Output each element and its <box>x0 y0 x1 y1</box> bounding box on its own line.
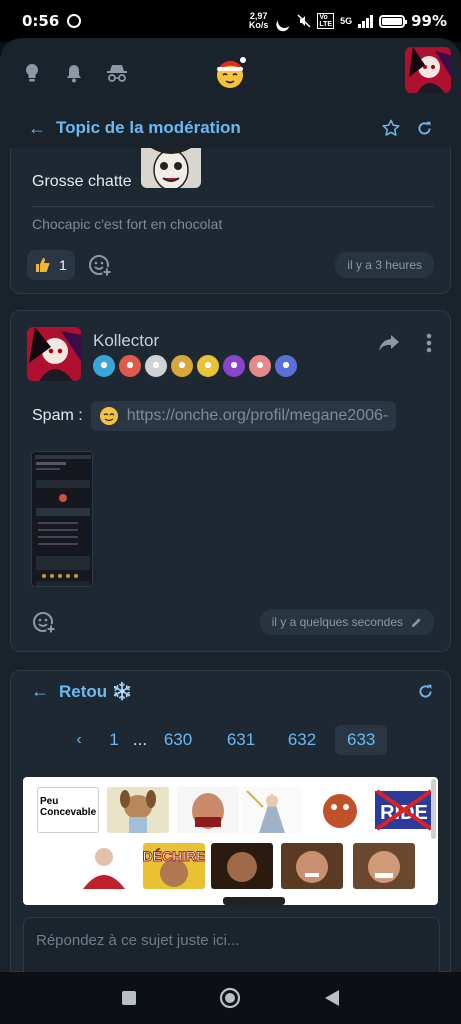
sticker-row-partial[interactable] <box>223 897 285 905</box>
reply-panel: ← Retou ❄️ ‹ 1 ... 630 631 632 633 Peu C… <box>10 670 451 972</box>
reply-placeholder: Répondez à ce sujet juste ici... <box>36 932 240 949</box>
site-logo[interactable] <box>212 54 248 90</box>
more-options-icon[interactable] <box>426 333 432 353</box>
post-signature: Chocapic c'est fort en chocolat <box>32 216 223 232</box>
like-button[interactable]: 1 <box>27 250 75 280</box>
sticker-image <box>141 148 201 188</box>
home-circle-icon[interactable] <box>219 987 241 1009</box>
page-link[interactable]: 631 <box>205 725 277 755</box>
page-link[interactable]: 630 <box>151 725 205 755</box>
thumbs-up-icon <box>36 258 50 272</box>
sticker-man-grin[interactable] <box>353 843 415 889</box>
sticker-dechire[interactable]: DÉCHIRE <box>143 843 205 889</box>
reply-title: Retou ❄️ <box>59 681 134 701</box>
sticker-face-angry[interactable] <box>177 787 239 833</box>
sticker-monster[interactable] <box>309 787 371 833</box>
topic-title[interactable]: Topic de la modération <box>56 118 241 138</box>
back-arrow-icon[interactable]: ← <box>28 118 46 139</box>
signature-divider <box>32 206 434 207</box>
author-avatar[interactable] <box>27 327 81 381</box>
user-avatar[interactable] <box>405 47 451 93</box>
badge-icon[interactable] <box>275 355 297 377</box>
page-ellipsis: ... <box>132 730 148 749</box>
sticker-wizard[interactable] <box>241 787 303 833</box>
post-text-prefix: Spam : <box>32 407 83 424</box>
app-frame: ← Topic de la modération Grosse chatte C… <box>0 38 461 972</box>
network-type: 5G <box>340 16 353 26</box>
refresh-icon[interactable] <box>417 683 434 700</box>
post-timestamp: il y a 3 heures <box>335 252 434 278</box>
sticker-peu-concevable[interactable]: Peu Concevable <box>37 787 99 833</box>
post-text: Grosse chatte <box>32 173 132 190</box>
back-triangle-icon[interactable] <box>324 989 340 1007</box>
sticker-picker: Peu Concevable RIDE DÉCHIRE <box>23 777 438 905</box>
badge-icon[interactable] <box>93 355 115 377</box>
back-arrow-icon[interactable]: ← <box>31 681 49 702</box>
page-link[interactable]: 632 <box>277 725 327 755</box>
reply-header: ← Retou ❄️ <box>31 681 133 702</box>
sticker-man-smiling[interactable] <box>281 843 343 889</box>
author-username[interactable]: Kollector <box>93 331 159 351</box>
battery-percentage: 99% <box>411 12 447 30</box>
badge-icon[interactable] <box>223 355 245 377</box>
lightbulb-icon[interactable] <box>22 63 42 83</box>
svg-text:DÉCHIRE: DÉCHIRE <box>143 848 205 864</box>
smiley-icon <box>99 407 118 425</box>
recents-square-icon[interactable] <box>121 990 137 1006</box>
badge-icon[interactable] <box>171 355 193 377</box>
incognito-icon[interactable] <box>106 63 128 83</box>
add-reaction-icon[interactable] <box>87 252 113 278</box>
author-badges <box>93 355 297 377</box>
top-bar <box>0 38 461 108</box>
bell-icon[interactable] <box>64 63 84 83</box>
status-time: 0:56 <box>22 12 60 30</box>
signal-icon <box>358 14 374 28</box>
sticker-pope[interactable] <box>73 843 135 889</box>
share-icon[interactable] <box>378 333 400 353</box>
system-nav-bar <box>0 972 461 1024</box>
refresh-icon[interactable] <box>416 120 433 137</box>
post-timestamp-text: il y a quelques secondes <box>271 615 403 629</box>
page-link[interactable]: 1 <box>99 725 129 755</box>
edit-pencil-icon[interactable] <box>411 617 422 628</box>
star-icon[interactable] <box>382 119 400 137</box>
post-card-previous: Grosse chatte Chocapic c'est fort en cho… <box>10 148 451 294</box>
mute-icon <box>297 14 311 28</box>
screenshot-thumbnail[interactable] <box>31 451 93 587</box>
sticker-man-laughing[interactable] <box>211 843 273 889</box>
volte-icon: Vo LTE <box>317 13 335 29</box>
badge-icon[interactable] <box>119 355 141 377</box>
pagination: ‹ 1 ... 630 631 632 633 <box>59 725 388 755</box>
alarm-icon <box>67 14 82 28</box>
add-reaction-icon[interactable] <box>31 609 57 635</box>
battery-icon <box>379 14 408 28</box>
like-count: 1 <box>59 257 67 273</box>
profile-link-url[interactable]: https://onche.org/profil/megane2006- <box>127 407 389 425</box>
badge-icon[interactable] <box>145 355 167 377</box>
page-link-current[interactable]: 633 <box>335 725 388 755</box>
network-speed: 2,97 Ko/s <box>248 11 269 30</box>
post-content: Spam : https://onche.org/profil/megane20… <box>32 401 397 431</box>
badge-icon[interactable] <box>249 355 271 377</box>
post-card-kollector: Kollector Spam : https://onche.org/profi… <box>10 310 451 652</box>
badge-icon[interactable] <box>197 355 219 377</box>
post-timestamp: il y a quelques secondes <box>259 609 434 635</box>
sticker-scrollbar[interactable] <box>431 779 436 839</box>
status-bar: 0:56 2,97 Ko/s Vo LTE 5G 99% <box>0 0 461 42</box>
sticker-dog[interactable] <box>107 787 169 833</box>
profile-link[interactable]: https://onche.org/profil/megane2006- <box>90 401 397 431</box>
topic-header: ← Topic de la modération <box>0 108 461 148</box>
sticker-ride[interactable]: RIDE <box>373 787 435 833</box>
do-not-disturb-icon <box>276 12 294 30</box>
reply-input[interactable]: Répondez à ce sujet juste ici... <box>23 917 440 972</box>
previous-page-icon[interactable]: ‹ <box>59 725 99 755</box>
